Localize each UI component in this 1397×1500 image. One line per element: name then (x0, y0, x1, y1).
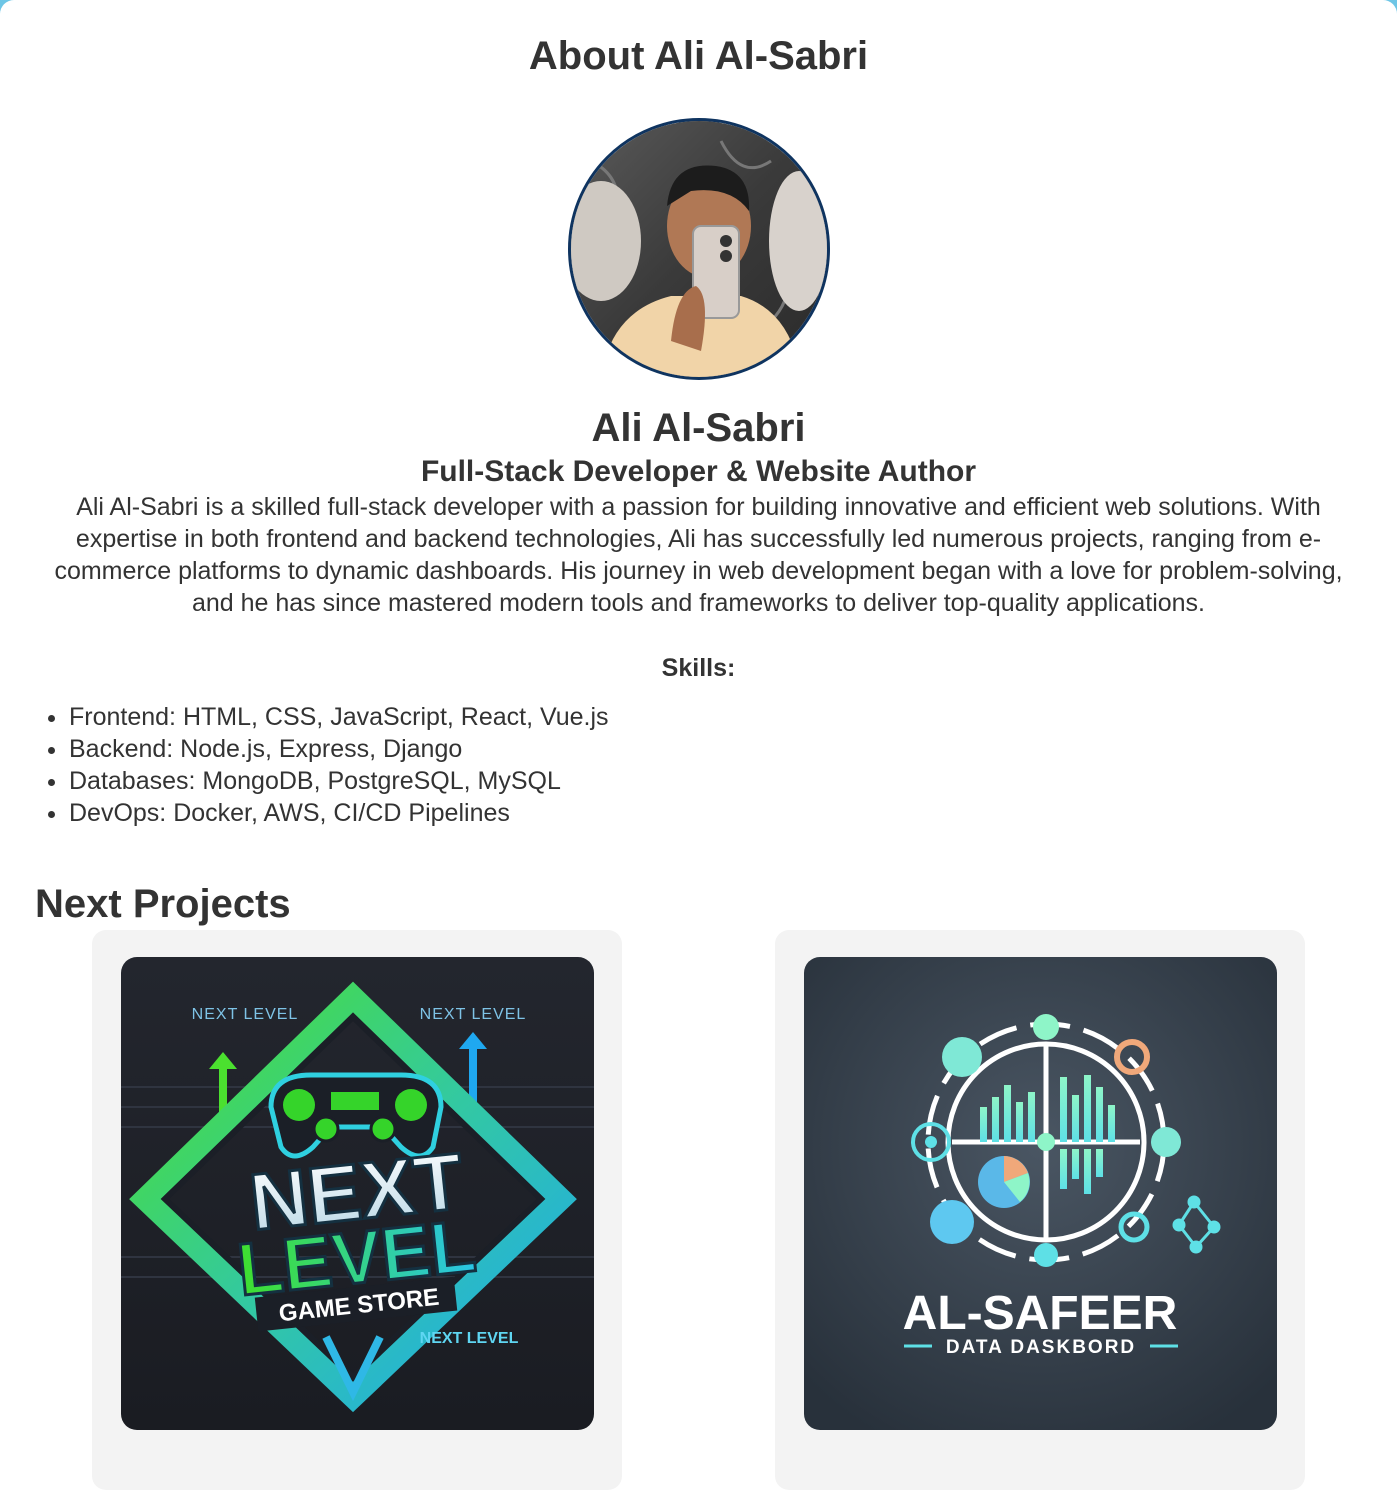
project-image-next-level[interactable]: NEXT LEVEL NEXT LEVEL NEXT LEVEL GAME ST… (121, 957, 594, 1430)
logo-sub: DATA DASKBORD (946, 1337, 1136, 1358)
next-level-logo: NEXT LEVEL NEXT LEVEL NEXT LEVEL GAME ST… (121, 957, 594, 1430)
logo-title: AL-SAFEER (903, 1287, 1178, 1340)
logo-tag: NEXT LEVEL (192, 1006, 299, 1023)
skills-label: Skills: (661, 654, 736, 682)
skills-list: Frontend: HTML, CSS, JavaScript, React, … (34, 701, 609, 829)
project-image-al-safeer[interactable]: AL-SAFEER DATA DASKBORD (804, 957, 1277, 1430)
projects-title: Next Projects (35, 882, 291, 926)
list-item: Databases: MongoDB, PostgreSQL, MySQL (69, 765, 609, 797)
project-card-next-level[interactable]: NEXT LEVEL NEXT LEVEL NEXT LEVEL GAME ST… (92, 930, 622, 1490)
profile-role: Full-Stack Developer & Website Author (420, 455, 977, 488)
avatar (568, 118, 830, 380)
list-item: Frontend: HTML, CSS, JavaScript, React, … (69, 701, 609, 733)
page-title: About Ali Al-Sabri (528, 34, 869, 78)
project-card-al-safeer[interactable]: AL-SAFEER DATA DASKBORD (775, 930, 1305, 1490)
logo-tag: NEXT LEVEL (420, 1006, 527, 1023)
avatar-photo (571, 121, 827, 377)
logo-tag: NEXT LEVEL (420, 1330, 519, 1347)
profile-bio: Ali Al-Sabri is a skilled full-stack dev… (54, 493, 1343, 617)
al-safeer-logo: AL-SAFEER DATA DASKBORD (804, 957, 1277, 1430)
list-item: DevOps: Docker, AWS, CI/CD Pipelines (69, 797, 609, 829)
about-page: About Ali Al-Sabri Ali Al-Sabri Full-Sta… (0, 0, 1397, 1500)
list-item: Backend: Node.js, Express, Django (69, 733, 609, 765)
profile-name: Ali Al-Sabri (591, 406, 806, 450)
